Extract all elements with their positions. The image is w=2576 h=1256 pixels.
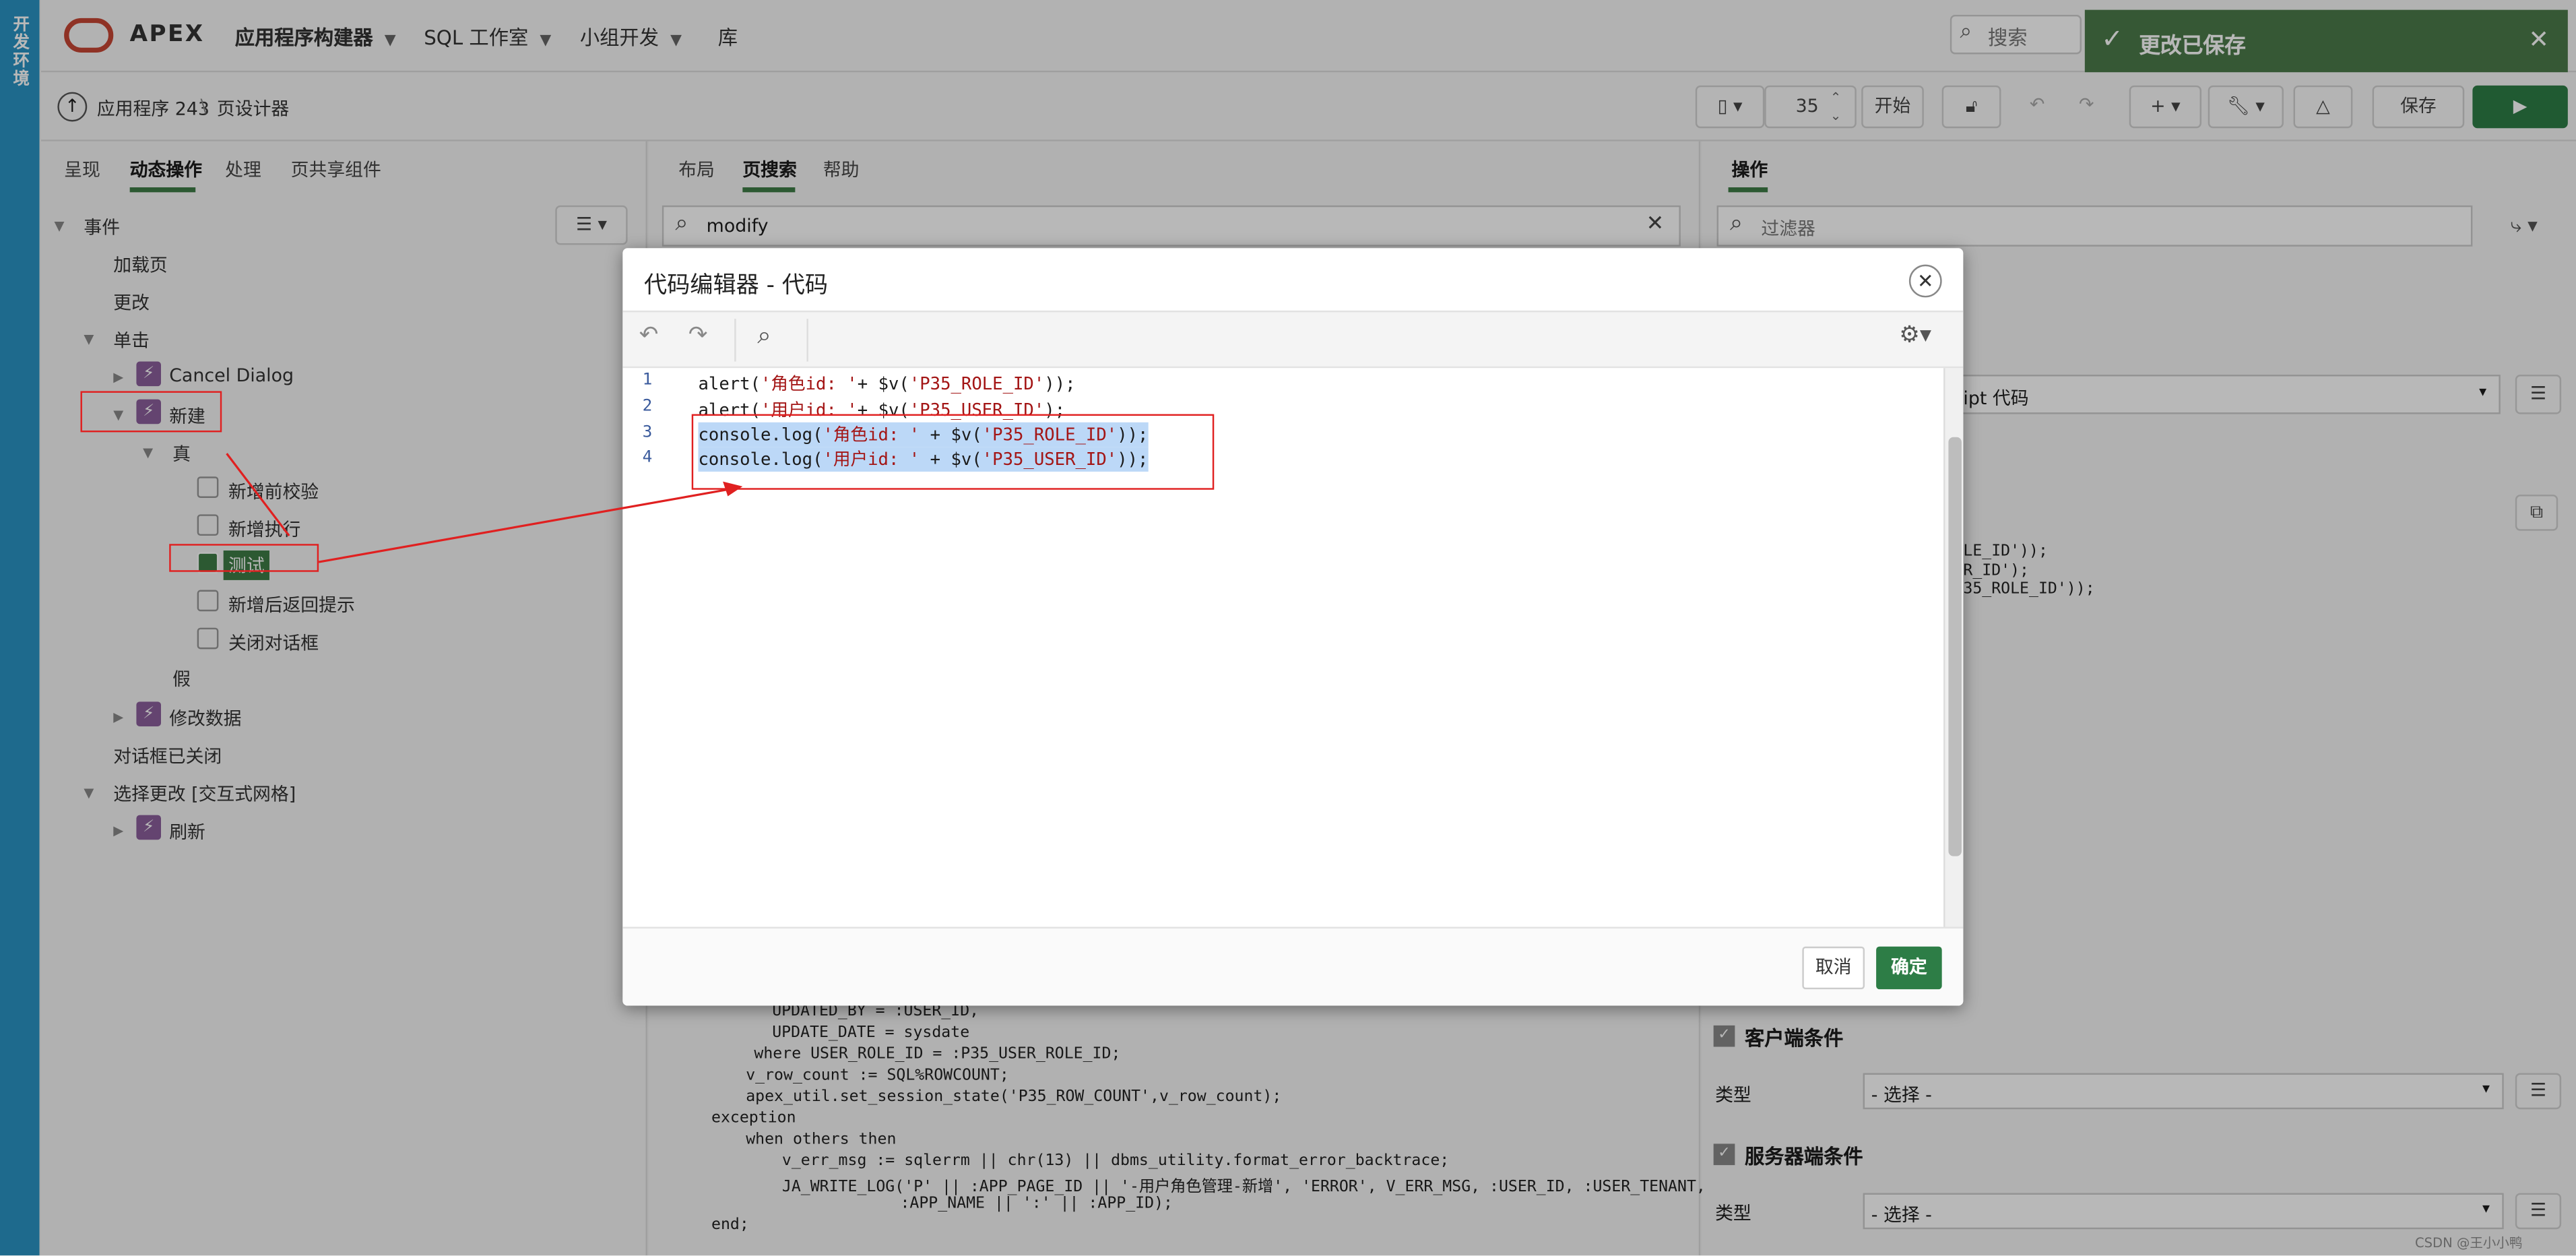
annotation-arrows (226, 453, 743, 563)
watermark: CSDN @王小小鸭 (2415, 1235, 2523, 1251)
arrowhead-icon (723, 481, 743, 497)
annotation-arrow (226, 453, 290, 537)
annotation-arrow (318, 486, 736, 563)
